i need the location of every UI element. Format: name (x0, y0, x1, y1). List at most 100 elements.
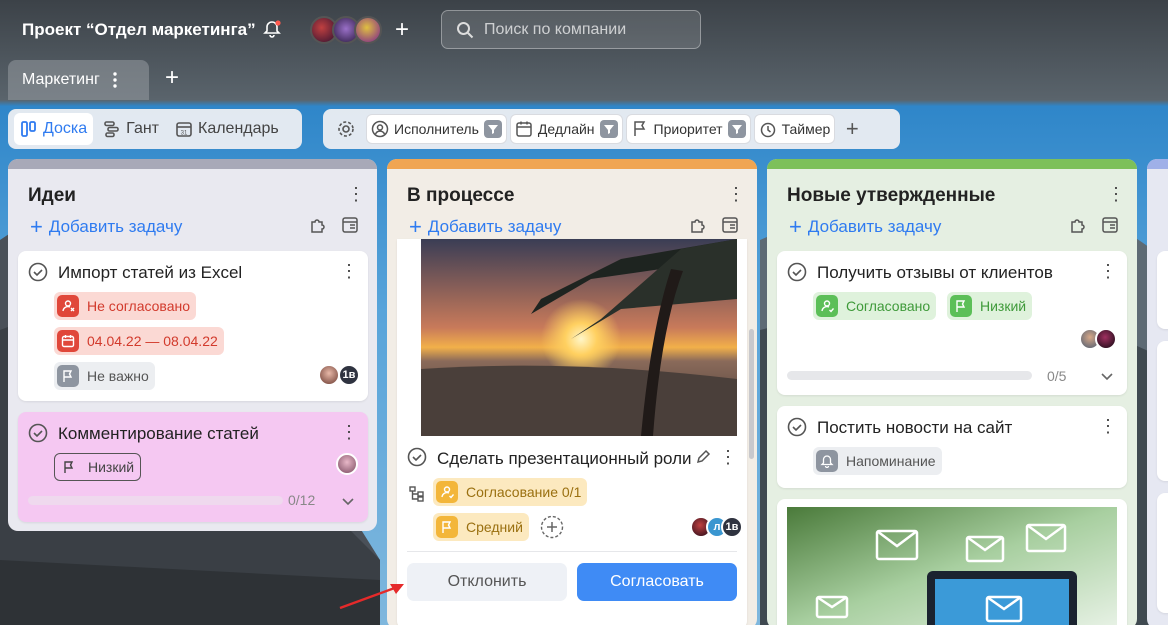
task-card[interactable]: Сделать презентационный роли ⋮ Согласова… (397, 239, 747, 625)
check-circle-icon[interactable] (407, 447, 427, 467)
filter-label: Исполнитель (394, 121, 479, 137)
puzzle-icon[interactable] (309, 216, 327, 234)
add-task-button[interactable]: + Добавить задачу (30, 214, 182, 240)
view-gantt-button[interactable]: Гант (97, 113, 165, 145)
more-vertical-icon[interactable]: ⋮ (719, 447, 737, 467)
check-circle-icon[interactable] (787, 417, 807, 437)
more-vertical-icon[interactable]: ⋮ (347, 184, 365, 204)
task-title: Импорт статей из Excel (58, 263, 243, 282)
assignee-avatar[interactable] (336, 453, 358, 475)
task-card[interactable]: Постить новости на сайт ⋮ Напоминание (777, 406, 1127, 488)
approval-tag[interactable]: Согласование 0/1 (433, 478, 588, 506)
add-task-label: Добавить задачу (807, 217, 942, 236)
priority-tag[interactable]: Средний (433, 513, 529, 541)
approval-tag[interactable]: Согласовано (813, 292, 937, 320)
template-icon[interactable] (721, 216, 739, 234)
more-vertical-icon[interactable]: ⋮ (340, 261, 358, 281)
member-avatar[interactable] (354, 16, 382, 44)
more-vertical-icon[interactable]: ⋮ (1099, 261, 1117, 281)
search-box[interactable] (441, 10, 701, 49)
column-next (1147, 159, 1168, 625)
more-vertical-icon[interactable]: ⋮ (1107, 184, 1125, 204)
annotation-arrow (339, 584, 404, 610)
puzzle-icon[interactable] (689, 216, 707, 234)
plus-icon: + (409, 214, 422, 239)
filter-deadline[interactable]: Дедлайн (509, 114, 623, 144)
add-task-button[interactable]: + Добавить задачу (789, 214, 941, 240)
task-card[interactable]: Получить отзывы от клиентов ⋮ Согласован… (777, 251, 1127, 395)
more-vertical-icon[interactable]: ⋮ (1099, 416, 1117, 436)
view-label: Гант (126, 120, 159, 137)
column-title: Новые утвержденные (787, 185, 996, 206)
priority-tag[interactable]: Не важно (54, 362, 155, 390)
tag-label: Напоминание (846, 453, 936, 469)
add-filter-button[interactable]: + (838, 116, 866, 142)
progress-bar (787, 371, 1032, 380)
date-tag[interactable]: 04.04.22 — 08.04.22 (54, 327, 224, 355)
reminder-tag[interactable]: Напоминание (813, 447, 942, 475)
tag-label: Средний (466, 519, 523, 535)
edit-icon[interactable] (695, 449, 711, 465)
more-vertical-icon[interactable]: ⋮ (340, 422, 358, 442)
priority-tag[interactable]: Низкий (54, 453, 142, 481)
user-icon (371, 120, 389, 138)
check-circle-icon[interactable] (787, 262, 807, 282)
add-task-button[interactable]: + Добавить задачу (409, 214, 561, 240)
more-vertical-icon[interactable]: ⋮ (727, 184, 745, 204)
status-tag[interactable]: Не согласовано (54, 292, 197, 320)
add-member-button[interactable]: + (390, 16, 414, 44)
task-card[interactable]: Комментирование статей ⋮ Низкий 0/12 (18, 412, 368, 522)
subtask-tree-icon[interactable] (409, 486, 425, 502)
tag-label: Низкий (88, 459, 135, 475)
assignee-avatar[interactable] (1095, 328, 1117, 350)
add-tag-icon[interactable] (540, 515, 564, 539)
task-card[interactable]: Импорт статей из Excel ⋮ Не согласовано … (18, 251, 368, 401)
task-card[interactable] (1157, 493, 1168, 613)
column-tools (309, 216, 359, 234)
tab-label: Маркетинг (22, 71, 100, 88)
check-circle-icon[interactable] (28, 423, 48, 443)
check-circle-icon[interactable] (28, 262, 48, 282)
task-card[interactable] (777, 499, 1127, 625)
task-card[interactable] (1157, 341, 1168, 481)
assignee-avatar[interactable]: 1в (721, 516, 743, 538)
template-icon[interactable] (1101, 216, 1119, 234)
priority-tag[interactable]: Низкий (947, 292, 1033, 320)
svg-text:31: 31 (181, 131, 188, 137)
filter-bar: Исполнитель Дедлайн Приоритет Таймер + (323, 109, 900, 149)
assignee-avatar[interactable]: 1в (338, 364, 360, 386)
task-cover-image (787, 507, 1117, 625)
funnel-icon[interactable] (727, 120, 746, 138)
approve-button[interactable]: Согласовать (577, 563, 737, 601)
task-card[interactable] (1157, 251, 1168, 329)
tag-label: Не согласовано (87, 298, 191, 314)
gantt-icon (104, 121, 119, 138)
flag-icon (58, 456, 80, 478)
search-input[interactable] (484, 20, 684, 39)
puzzle-icon[interactable] (1069, 216, 1087, 234)
add-tab-button[interactable]: + (160, 64, 184, 92)
reject-button[interactable]: Отклонить (407, 563, 567, 601)
bell-icon[interactable] (262, 19, 282, 39)
column-accent (8, 159, 377, 169)
view-label: Доска (43, 120, 88, 137)
funnel-icon[interactable] (483, 120, 502, 138)
timer-button[interactable]: Таймер (753, 114, 836, 144)
more-vertical-icon[interactable] (112, 72, 118, 88)
progress-count: 0/12 (288, 492, 316, 508)
tab-marketing[interactable]: Маркетинг (8, 60, 149, 100)
filter-assignee[interactable]: Исполнитель (366, 114, 507, 144)
chevron-down-icon[interactable] (341, 495, 355, 509)
funnel-icon[interactable] (599, 120, 618, 138)
column-accent (767, 159, 1137, 169)
scrollbar-thumb[interactable] (749, 329, 754, 459)
gear-icon[interactable] (329, 119, 363, 139)
filter-label: Дедлайн (537, 121, 595, 137)
filter-priority[interactable]: Приоритет (625, 114, 751, 144)
chevron-down-icon[interactable] (1100, 370, 1114, 384)
view-calendar-button[interactable]: 31 Календарь (169, 113, 285, 145)
project-members[interactable] (310, 16, 390, 44)
assignee-avatar[interactable] (318, 364, 340, 386)
view-board-button[interactable]: Доска (14, 113, 94, 145)
template-icon[interactable] (341, 216, 359, 234)
